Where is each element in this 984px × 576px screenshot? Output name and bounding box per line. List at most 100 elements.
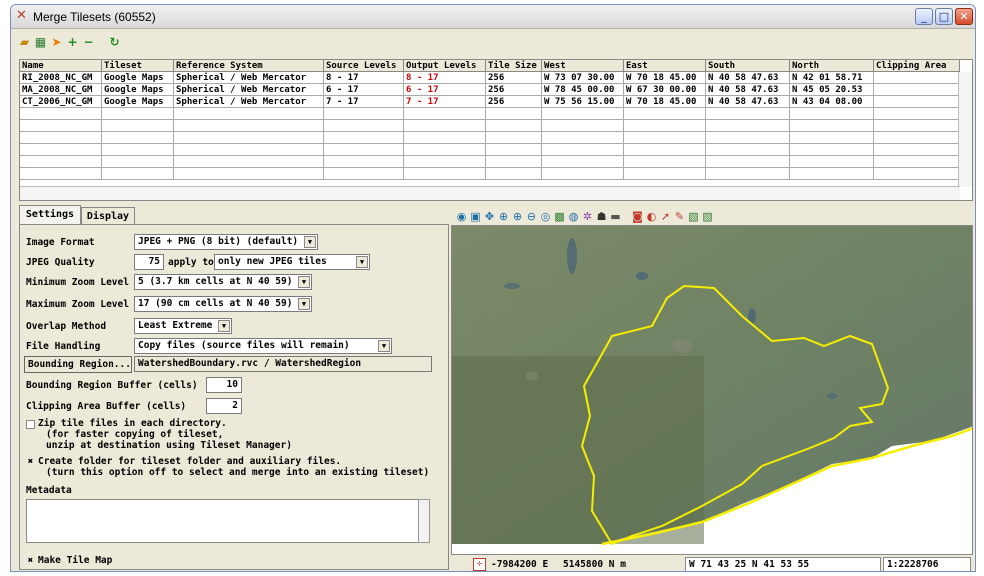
cell-north[interactable] [790, 168, 874, 180]
table-row[interactable] [20, 156, 960, 168]
cell-name[interactable] [20, 108, 102, 120]
maximize-button[interactable]: □ [935, 8, 953, 25]
zoom-in-icon[interactable]: ⊕ [511, 210, 524, 223]
cell-west[interactable] [542, 132, 624, 144]
cell-north[interactable] [790, 120, 874, 132]
table-row[interactable] [20, 108, 960, 120]
cell-clipping-area[interactable] [874, 120, 960, 132]
cell-east[interactable] [624, 120, 706, 132]
cell-output-levels[interactable] [404, 108, 486, 120]
col-south[interactable]: South [706, 60, 790, 72]
cell-tileset[interactable] [102, 120, 174, 132]
cell-name[interactable] [20, 144, 102, 156]
recenter-icon[interactable]: ⊕ [497, 210, 510, 223]
cell-clipping-area[interactable] [874, 168, 960, 180]
cell-north[interactable]: N 45 05 20.53 [790, 84, 874, 96]
cell-source-levels[interactable]: 6 - 17 [324, 84, 404, 96]
cell-tileset[interactable]: Google Maps [102, 96, 174, 108]
cell-clipping-area[interactable] [874, 72, 960, 84]
table-row[interactable] [20, 132, 960, 144]
stop-icon[interactable]: ◙ [631, 210, 644, 223]
add-icon[interactable]: + [65, 35, 80, 50]
cell-east[interactable] [624, 144, 706, 156]
create-folder-checkbox[interactable]: ✖ [26, 458, 35, 467]
col-east[interactable]: East [624, 60, 706, 72]
camera-icon[interactable]: ▬ [609, 210, 622, 223]
cell-south[interactable]: N 40 58 47.63 [706, 72, 790, 84]
table-row[interactable]: CT_2006_NC_GM Google Maps Spherical / Web … [20, 96, 960, 108]
table-vertical-scrollbar[interactable] [958, 72, 972, 187]
zoom-out-icon[interactable]: ⊖ [525, 210, 538, 223]
cell-south[interactable] [706, 120, 790, 132]
cell-south[interactable] [706, 132, 790, 144]
layer-controls-icon[interactable]: ▨ [701, 210, 714, 223]
cell-north[interactable] [790, 156, 874, 168]
arrow-icon[interactable]: ➤ [49, 35, 64, 50]
cell-reference-system[interactable] [174, 156, 324, 168]
cell-east[interactable] [624, 108, 706, 120]
globe-icon[interactable]: ◍ [567, 210, 580, 223]
cell-north[interactable]: N 43 04 08.00 [790, 96, 874, 108]
col-name[interactable]: Name [20, 60, 102, 72]
bounding-region-button[interactable]: Bounding Region... [24, 356, 132, 373]
full-view-icon[interactable]: ▩ [553, 210, 566, 223]
metadata-scrollbar[interactable] [418, 499, 430, 543]
cell-east[interactable] [624, 156, 706, 168]
cell-south[interactable] [706, 108, 790, 120]
col-reference-system[interactable]: Reference System [174, 60, 324, 72]
cell-clipping-area[interactable] [874, 96, 960, 108]
cell-south[interactable]: N 40 58 47.63 [706, 96, 790, 108]
cell-source-levels[interactable]: 8 - 17 [324, 72, 404, 84]
cell-reference-system[interactable] [174, 132, 324, 144]
cell-tileset[interactable] [102, 132, 174, 144]
cell-output-levels[interactable] [404, 156, 486, 168]
col-west[interactable]: West [542, 60, 624, 72]
table-row[interactable] [20, 168, 960, 180]
cell-west[interactable] [542, 108, 624, 120]
cell-south[interactable] [706, 144, 790, 156]
cell-name[interactable] [20, 156, 102, 168]
cell-west[interactable] [542, 144, 624, 156]
col-tile-size[interactable]: Tile Size [486, 60, 542, 72]
min-zoom-dropdown[interactable]: 5 (3.7 km cells at N 40 59) ▼ [134, 274, 312, 290]
cell-clipping-area[interactable] [874, 156, 960, 168]
cell-tile-size[interactable] [486, 120, 542, 132]
cell-tileset[interactable]: Google Maps [102, 84, 174, 96]
cell-name[interactable] [20, 168, 102, 180]
max-zoom-dropdown[interactable]: 17 (90 cm cells at N 40 59) ▼ [134, 296, 312, 312]
cell-tileset[interactable]: Google Maps [102, 72, 174, 84]
cell-west[interactable] [542, 168, 624, 180]
minimize-button[interactable]: _ [915, 8, 933, 25]
zoom-red-icon[interactable]: ◐ [645, 210, 658, 223]
cell-east[interactable]: W 70 18 45.00 [624, 96, 706, 108]
cell-tile-size[interactable] [486, 144, 542, 156]
open-folder-icon[interactable]: ▰ [17, 35, 32, 50]
cell-output-levels[interactable] [404, 168, 486, 180]
cell-west[interactable] [542, 120, 624, 132]
close-button[interactable]: ✕ [955, 8, 973, 25]
cell-reference-system[interactable] [174, 108, 324, 120]
col-output-levels[interactable]: Output Levels [404, 60, 486, 72]
tileset-icon[interactable]: ▦ [33, 35, 48, 50]
scale-readout[interactable]: 1:2228706 [883, 557, 971, 571]
cell-tileset[interactable] [102, 144, 174, 156]
cell-source-levels[interactable] [324, 168, 404, 180]
overlap-method-dropdown[interactable]: Least Extreme ▼ [134, 318, 232, 334]
tab-settings[interactable]: Settings [19, 205, 81, 225]
cell-output-levels[interactable]: 6 - 17 [404, 84, 486, 96]
cell-north[interactable] [790, 144, 874, 156]
zoom-previous-icon[interactable]: ◎ [539, 210, 552, 223]
cell-source-levels[interactable] [324, 108, 404, 120]
clipping-buffer-input[interactable]: 2 [206, 398, 242, 414]
zoom-extent-icon[interactable]: ◉ [455, 210, 468, 223]
tools-icon[interactable]: ✲ [581, 210, 594, 223]
find-icon[interactable]: ☗ [595, 210, 608, 223]
cell-south[interactable] [706, 168, 790, 180]
cell-reference-system[interactable] [174, 168, 324, 180]
cell-reference-system[interactable]: Spherical / Web Mercator [174, 84, 324, 96]
cell-reference-system[interactable]: Spherical / Web Mercator [174, 96, 324, 108]
cell-reference-system[interactable] [174, 120, 324, 132]
image-format-dropdown[interactable]: JPEG + PNG (8 bit) (default) ▼ [134, 234, 318, 250]
cell-tileset[interactable] [102, 168, 174, 180]
col-source-levels[interactable]: Source Levels [324, 60, 404, 72]
